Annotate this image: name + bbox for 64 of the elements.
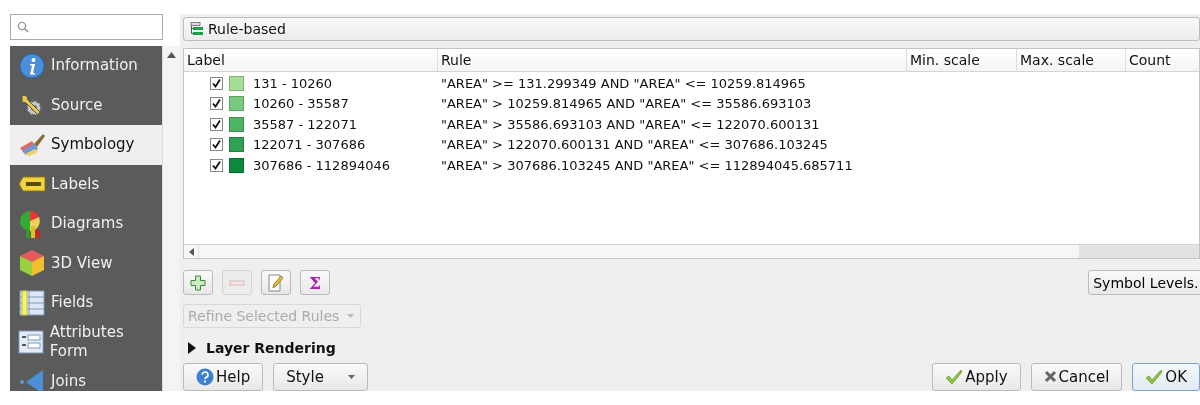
vertical-scrollbar[interactable] [162, 46, 180, 391]
sidebar-item[interactable]: Attributes Form [10, 322, 163, 362]
rule-label: 10260 - 35587 [253, 96, 349, 112]
form-icon [18, 329, 45, 356]
column-header[interactable]: Label [184, 49, 438, 72]
scroll-up-icon [167, 52, 177, 58]
sidebar-item[interactable]: Information [10, 46, 163, 86]
rule-label: 122071 - 307686 [253, 137, 366, 153]
rule-expression: "AREA" > 122070.600131 AND "AREA" <= 307686.103245 [440, 137, 828, 153]
sidebar-item[interactable]: Symbology [10, 125, 163, 165]
sidebar-item[interactable]: Diagrams [10, 204, 163, 244]
checkmark-icon [1145, 369, 1164, 385]
column-header[interactable]: Count [1126, 49, 1199, 72]
column-header[interactable]: Min. scale [907, 49, 1017, 72]
add-button[interactable] [183, 270, 213, 296]
rule-expression: "AREA" > 10259.814965 AND "AREA" <= 35586.693103 [440, 96, 812, 112]
table-icon [19, 289, 45, 316]
pencil-note-icon [268, 273, 284, 292]
search-icon [17, 21, 29, 33]
rule-expression: "AREA" > 307686.103245 AND "AREA" <= 112894045.685711 [440, 157, 853, 173]
help-button[interactable]: Help [183, 363, 264, 391]
rule-label: 131 - 10260 [253, 75, 333, 91]
horizontal-scrollbar[interactable] [184, 244, 1199, 259]
layer-rendering-header[interactable]: Layer Rendering [183, 337, 1200, 358]
checkbox[interactable] [210, 158, 223, 172]
sidebar-item[interactable]: Source [10, 85, 163, 125]
scroll-left-icon [188, 247, 194, 256]
menu-button[interactable]: Style [273, 363, 368, 391]
symbol-levels-button[interactable]: Symbol Levels.. [1088, 270, 1200, 296]
checkbox[interactable] [210, 138, 223, 152]
checkbox[interactable] [210, 97, 223, 111]
column-header[interactable]: Rule [438, 49, 907, 72]
ok-button[interactable]: OK [1132, 363, 1200, 391]
rule-list-icon [190, 22, 204, 37]
rule-label: 35587 - 122071 [253, 116, 357, 132]
column-header[interactable]: Max. scale [1017, 49, 1126, 72]
cross-icon [1043, 370, 1057, 384]
rule-expression: "AREA" >= 131.299349 AND "AREA" <= 10259.814965 [440, 75, 806, 91]
edit-button[interactable] [261, 270, 291, 296]
cube-icon [19, 249, 45, 278]
checkmark-icon [945, 369, 964, 385]
apply-button[interactable]: Apply [932, 363, 1021, 391]
wrench-gear-icon [19, 92, 45, 119]
plus-icon [190, 274, 206, 291]
rule-label: 307686 - 112894046 [253, 157, 391, 173]
cancel-button[interactable]: Cancel [1030, 363, 1123, 391]
checkbox[interactable] [210, 117, 223, 131]
join-arrow-icon [19, 368, 45, 391]
dropdown-caret-icon [347, 314, 355, 318]
sidebar-item[interactable]: Labels [10, 164, 163, 204]
minus-icon [229, 279, 245, 286]
label-tag-icon [18, 176, 46, 193]
search-field[interactable] [10, 14, 163, 40]
info-icon [19, 52, 45, 79]
renderer-dropdown[interactable]: Rule-based [183, 17, 1200, 42]
sidebar-item[interactable]: 3D View [10, 243, 163, 283]
sum-button[interactable]: Σ [300, 270, 330, 296]
sidebar-item[interactable]: Joins [10, 362, 163, 391]
checkbox[interactable] [210, 76, 223, 90]
dropdown-caret-icon [347, 375, 355, 379]
help-icon [196, 368, 214, 386]
rule-expression: "AREA" > 35586.693103 AND "AREA" <= 122070.600131 [440, 116, 820, 132]
sidebar-item[interactable]: Fields [10, 283, 163, 323]
paintbrush-icon [18, 131, 46, 158]
